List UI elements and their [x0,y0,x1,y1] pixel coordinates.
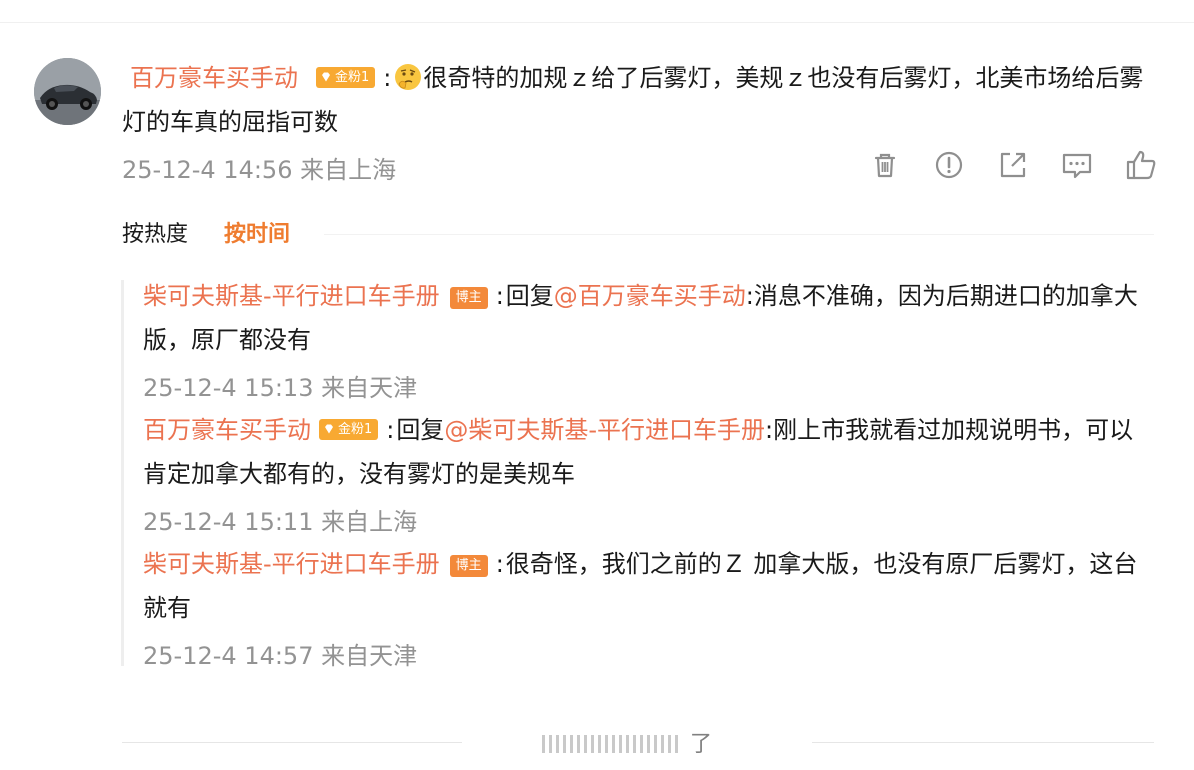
reply-colon: : [495,550,504,578]
delete-icon[interactable] [868,148,902,182]
avatar[interactable] [34,58,101,125]
tab-sort-by-heat[interactable]: 按热度 [122,222,188,247]
car-avatar-image [34,58,101,125]
reply-colon: : [495,282,504,310]
like-icon[interactable] [1124,148,1158,182]
fan-badge[interactable]: 金粉1 [319,418,379,440]
reply-meta: 25-12-4 14:57 来自天津 [143,642,418,670]
fan-badge-label: 金粉1 [335,69,370,85]
reply-list: 柴可夫斯基-平行进口车手册 博主:回复@百万豪车买手动:消息不准确，因为后期进口的… [121,280,1144,670]
reply-mention[interactable]: @百万豪车买手动 [554,282,746,310]
reply-prefix: 回复 [505,282,554,310]
reply-username[interactable]: 柴可夫斯基-平行进口车手册 [143,282,440,310]
comment-username[interactable]: 百万豪车买手动 [130,64,298,92]
gem-icon [325,424,333,434]
comment-meta: 25-12-4 14:56 来自上海 [122,156,397,184]
blogger-badge: 博主 [449,555,488,577]
tab-sort-by-time[interactable]: 按时间 [224,222,290,247]
reply-item: 百万豪车买手动 金粉1:回复@柴可夫斯基-平行进口车手册:刚上市我就看过加规说明书… [143,408,1143,496]
fan-badge[interactable]: 金粉1 [316,66,376,88]
reply-colon: : [386,416,395,444]
gem-icon [322,72,330,82]
reply-mention[interactable]: @柴可夫斯基-平行进口车手册 [444,416,765,444]
end-text: 了 [690,732,713,757]
reply-item: 柴可夫斯基-平行进口车手册 博主:回复@百万豪车买手动:消息不准确，因为后期进口的… [143,274,1143,362]
reply-meta: 25-12-4 15:11 来自上海 [143,508,418,536]
blogger-badge: 博主 [449,287,488,309]
thinking-emoji-icon [395,64,422,90]
main-comment: 百万豪车买手动 金粉1: 很奇特的加规ｚ给了后雾灯，美规ｚ也没有后雾灯，北美市场给后… [122,56,1152,144]
footer-divider-left [122,742,462,743]
comment-actions [868,148,1158,184]
share-icon[interactable] [996,148,1030,182]
loading-indicator-icon [542,735,678,753]
top-divider [0,22,1194,23]
comment-colon: : [383,64,392,92]
reply-username[interactable]: 百万豪车买手动 [143,416,311,444]
comment-icon[interactable] [1060,148,1094,182]
report-icon[interactable] [932,148,966,182]
reply-prefix: 回复 [396,416,445,444]
fan-badge-label: 金粉1 [338,421,373,437]
reply-meta: 25-12-4 15:13 来自天津 [143,374,418,402]
end-of-list-text: 了 [540,726,740,758]
footer-divider-right [812,742,1154,743]
sort-tabs: 按热度 按时间 [122,218,290,252]
reply-username[interactable]: 柴可夫斯基-平行进口车手册 [143,550,440,578]
sort-divider [324,234,1154,235]
reply-item: 柴可夫斯基-平行进口车手册 博主:很奇怪，我们之前的Ｚ 加拿大版，也没有原厂后雾灯… [143,542,1143,630]
